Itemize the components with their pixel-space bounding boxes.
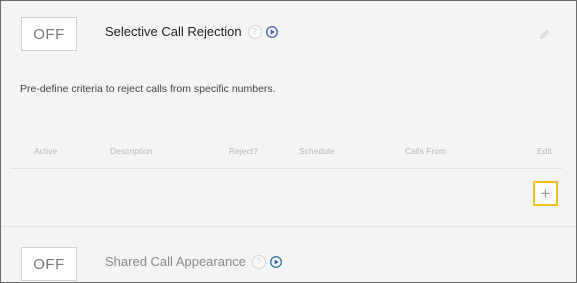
shared-call-appearance-title-row: Shared Call Appearance ? [105, 254, 282, 269]
shared-call-appearance-title: Shared Call Appearance [105, 254, 246, 269]
column-header-reject: Reject? [229, 146, 258, 156]
settings-panel: OFF Selective Call Rejection ? Pre-defin… [0, 0, 577, 283]
play-icon[interactable] [270, 255, 282, 268]
selective-call-rejection-title-row: Selective Call Rejection ? [105, 24, 278, 39]
play-icon[interactable] [265, 25, 278, 38]
column-header-edit: Edit [537, 146, 552, 156]
pencil-icon[interactable] [540, 29, 550, 42]
add-rule-button[interactable]: + [533, 181, 558, 206]
table-header-divider [10, 168, 562, 169]
help-icon[interactable]: ? [247, 24, 262, 39]
help-icon[interactable]: ? [251, 254, 266, 269]
shared-call-appearance-toggle[interactable]: OFF [21, 247, 77, 281]
selective-call-rejection-title: Selective Call Rejection [105, 24, 242, 39]
column-header-active: Active [34, 146, 58, 156]
selective-call-rejection-description: Pre-define criteria to reject calls from… [20, 83, 276, 95]
section-divider [1, 226, 576, 227]
column-header-calls-from: Calls From [405, 146, 447, 156]
selective-call-rejection-toggle[interactable]: OFF [21, 17, 77, 51]
column-header-schedule: Schedule [299, 146, 335, 156]
column-header-description: Description [110, 146, 153, 156]
